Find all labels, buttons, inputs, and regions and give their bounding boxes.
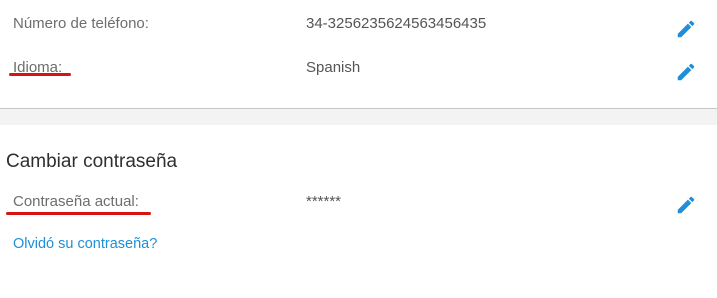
language-row: Idioma: Spanish: [0, 57, 717, 79]
pencil-icon: [677, 63, 695, 81]
personal-info-card: Número de teléfono: 34-32562356245634564…: [0, 0, 717, 109]
current-password-row: Contraseña actual: ******: [0, 191, 717, 213]
current-password-label: Contraseña actual:: [13, 193, 139, 210]
edit-phone-button[interactable]: [675, 18, 697, 40]
pencil-icon: [677, 196, 695, 214]
language-label: Idioma:: [13, 59, 63, 76]
current-password-value: ******: [306, 193, 342, 210]
phone-value: 34-3256235624563456435: [306, 15, 487, 32]
section-divider: [0, 109, 717, 125]
language-value: Spanish: [306, 59, 361, 76]
language-label-underline: [9, 73, 71, 76]
password-section-title: Cambiar contraseña: [6, 151, 178, 172]
pencil-icon: [677, 20, 695, 38]
password-card: Cambiar contraseña Contraseña actual: **…: [0, 125, 717, 298]
edit-language-button[interactable]: [675, 61, 697, 83]
edit-password-button[interactable]: [675, 194, 697, 216]
phone-row: Número de teléfono: 34-32562356245634564…: [0, 13, 717, 35]
forgot-password-link[interactable]: Olvidó su contraseña?: [13, 234, 157, 254]
phone-label: Número de teléfono:: [13, 15, 149, 32]
current-password-label-underline: [6, 212, 151, 215]
